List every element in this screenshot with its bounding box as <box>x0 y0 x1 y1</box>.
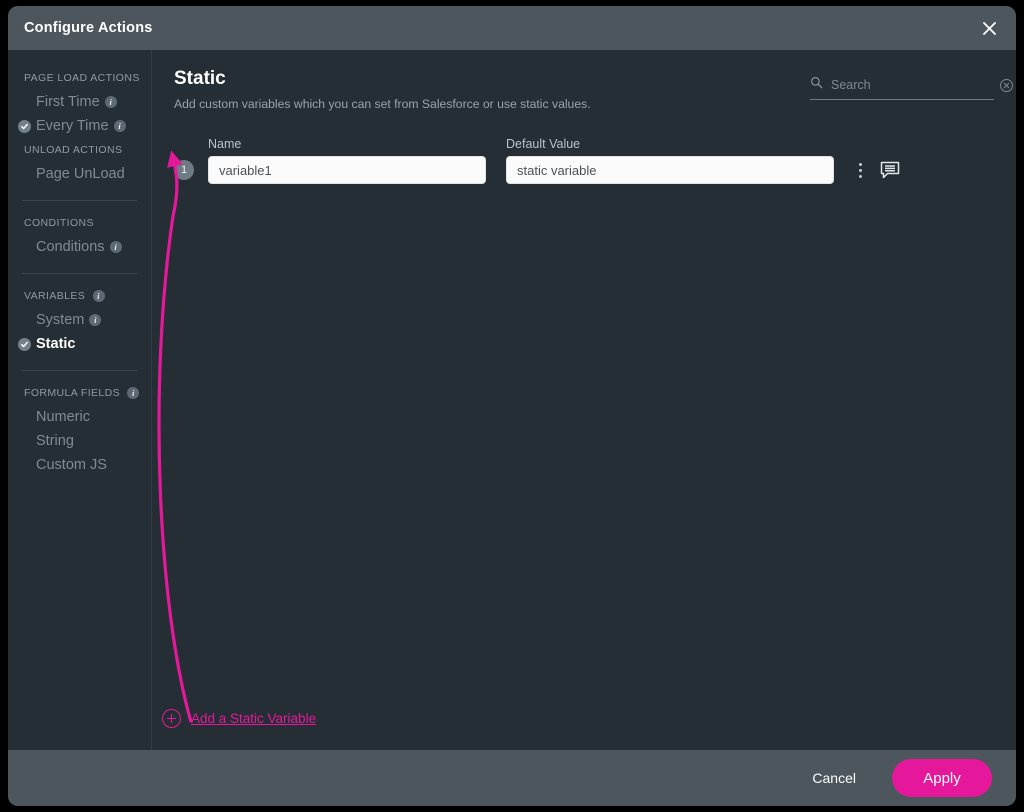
sidebar-group-conditions: CONDITIONS Conditions i <box>8 211 151 259</box>
cancel-button[interactable]: Cancel <box>798 762 870 794</box>
sidebar-item-label: System <box>36 312 84 328</box>
sidebar-item-label: Custom JS <box>36 457 107 473</box>
info-icon[interactable]: i <box>114 120 126 132</box>
sidebar-heading-unload-actions: UNLOAD ACTIONS <box>8 138 151 162</box>
sidebar-item-system[interactable]: System i <box>8 308 151 332</box>
dialog-title: Configure Actions <box>24 20 153 36</box>
sidebar-divider <box>22 200 137 201</box>
apply-button[interactable]: Apply <box>892 759 992 797</box>
sidebar-heading-variables: VARIABLES i <box>8 284 151 308</box>
sidebar-heading-label: PAGE LOAD ACTIONS <box>24 72 140 84</box>
dialog-titlebar: Configure Actions <box>8 6 1016 50</box>
variable-name-input[interactable] <box>208 156 486 184</box>
sidebar-item-label: Page UnLoad <box>36 166 125 182</box>
sidebar: PAGE LOAD ACTIONS First Time i Every Tim… <box>8 50 152 750</box>
add-static-variable-label: Add a Static Variable <box>191 711 316 726</box>
dialog-body: PAGE LOAD ACTIONS First Time i Every Tim… <box>8 50 1016 750</box>
check-icon <box>18 338 31 351</box>
add-static-variable-button[interactable]: Add a Static Variable <box>162 709 316 728</box>
info-icon[interactable]: i <box>105 96 117 108</box>
info-icon[interactable]: i <box>89 314 101 326</box>
sidebar-item-label: Every Time <box>36 118 109 134</box>
sidebar-item-page-unload[interactable]: Page UnLoad <box>8 162 151 186</box>
sidebar-heading-label: UNLOAD ACTIONS <box>24 144 122 156</box>
search-box <box>810 76 994 100</box>
sidebar-heading-conditions: CONDITIONS <box>8 211 151 235</box>
sidebar-group-page-load-actions: PAGE LOAD ACTIONS First Time i Every Tim… <box>8 66 151 138</box>
sidebar-item-label: Numeric <box>36 409 90 425</box>
column-headers: Name Default Value <box>174 137 994 151</box>
sidebar-heading-label: CONDITIONS <box>24 217 94 229</box>
sidebar-item-every-time[interactable]: Every Time i <box>8 114 151 138</box>
close-icon[interactable] <box>976 15 1002 41</box>
sidebar-divider <box>22 370 137 371</box>
sidebar-heading-formula-fields: FORMULA FIELDS i <box>8 381 151 405</box>
sidebar-item-first-time[interactable]: First Time i <box>8 90 151 114</box>
plus-circle-icon <box>162 709 181 728</box>
sidebar-item-label: String <box>36 433 74 449</box>
info-icon[interactable]: i <box>127 387 139 399</box>
sidebar-item-label: First Time <box>36 94 100 110</box>
column-header-default-value: Default Value <box>506 137 836 151</box>
info-icon[interactable]: i <box>93 290 105 302</box>
clear-icon[interactable] <box>1000 79 1013 92</box>
search-input[interactable] <box>831 78 992 92</box>
sidebar-item-label: Conditions <box>36 239 105 255</box>
sidebar-heading-label: VARIABLES <box>24 290 85 302</box>
step-badge: 1 <box>174 160 194 180</box>
sidebar-divider <box>22 273 137 274</box>
info-icon[interactable]: i <box>110 241 122 253</box>
variable-row: 1 <box>174 156 994 184</box>
column-header-name: Name <box>208 137 506 151</box>
sidebar-item-label: Static <box>36 336 76 352</box>
sidebar-heading-page-load-actions: PAGE LOAD ACTIONS <box>8 66 151 90</box>
sidebar-item-string[interactable]: String <box>8 429 151 453</box>
sidebar-group-variables: VARIABLES i System i Static <box>8 284 151 356</box>
variable-default-value-input[interactable] <box>506 156 834 184</box>
sidebar-item-conditions[interactable]: Conditions i <box>8 235 151 259</box>
search-icon <box>810 76 823 94</box>
sidebar-item-static[interactable]: Static <box>8 332 151 356</box>
configure-actions-dialog: Configure Actions PAGE LOAD ACTIONS Firs… <box>8 6 1016 806</box>
comment-icon[interactable] <box>880 161 900 180</box>
sidebar-group-formula-fields: FORMULA FIELDS i Numeric String Custom J… <box>8 381 151 477</box>
sidebar-item-numeric[interactable]: Numeric <box>8 405 151 429</box>
dialog-footer: Cancel Apply <box>8 750 1016 806</box>
check-icon <box>18 120 31 133</box>
sidebar-heading-label: FORMULA FIELDS <box>24 387 120 399</box>
sidebar-group-unload-actions: UNLOAD ACTIONS Page UnLoad <box>8 138 151 186</box>
sidebar-item-custom-js[interactable]: Custom JS <box>8 453 151 477</box>
kebab-menu-icon[interactable] <box>852 157 868 183</box>
main-panel: Static Add custom variables which you ca… <box>152 50 1016 750</box>
